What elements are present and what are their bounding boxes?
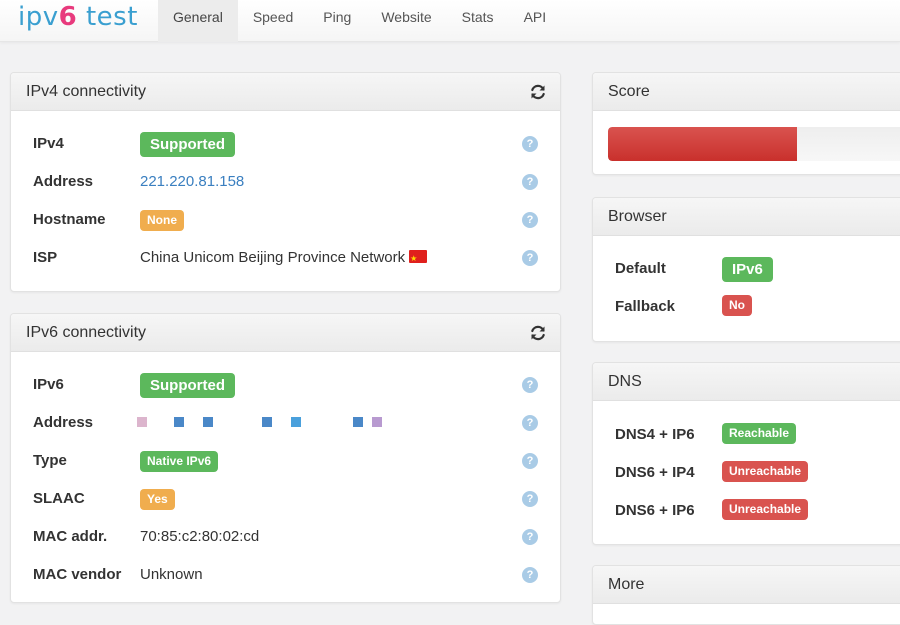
- tab-website[interactable]: Website: [366, 0, 446, 42]
- help-icon[interactable]: ?: [522, 250, 538, 266]
- ipv6-panel-heading: IPv6 connectivity: [11, 314, 560, 352]
- site-logo[interactable]: ipv6 test: [18, 0, 158, 42]
- help-icon[interactable]: ?: [522, 567, 538, 583]
- ipv4-label: IPv4: [33, 135, 64, 152]
- browser-panel-title: Browser: [608, 208, 667, 225]
- hostname-badge: None: [140, 209, 184, 231]
- default-label: Default: [615, 260, 666, 277]
- help-icon[interactable]: ?: [522, 529, 538, 545]
- ipv6-row-status: IPv6 Supported ?: [33, 373, 538, 398]
- dns-label: DNS4 + IP6: [615, 426, 695, 443]
- dns-status-badge: Unreachable: [722, 461, 809, 482]
- ipv4-panel: IPv4 connectivity IPv4 Supported ? Addre…: [10, 72, 561, 292]
- help-icon[interactable]: ?: [522, 136, 538, 152]
- score-panel: Score: [592, 72, 900, 175]
- more-panel-title: More: [608, 576, 645, 593]
- default-badge: IPv6: [722, 257, 773, 282]
- dns-panel-heading: DNS: [593, 363, 900, 401]
- more-panel-heading: More: [593, 566, 900, 604]
- fallback-label: Fallback: [615, 298, 676, 315]
- score-panel-title: Score: [608, 83, 650, 100]
- mac-addr-value: 70:85:c2:80:02:cd: [140, 528, 260, 545]
- address-label: Address: [33, 414, 94, 431]
- browser-panel-heading: Browser: [593, 198, 900, 236]
- main-nav: General Speed Ping Website Stats API: [158, 0, 561, 42]
- tab-speed[interactable]: Speed: [238, 0, 308, 42]
- score-progress-bar: [608, 127, 900, 161]
- ipv4-row-address: Address 221.220.81.158 ?: [33, 170, 538, 194]
- tab-ping[interactable]: Ping: [308, 0, 366, 42]
- more-panel: More: [592, 565, 900, 625]
- ipv4-status-badge: Supported: [140, 132, 235, 157]
- dns-panel-title: DNS: [608, 373, 642, 390]
- ipv4-address-link[interactable]: 221.220.81.158: [140, 170, 244, 194]
- mac-vendor-value: Unknown: [140, 566, 203, 583]
- browser-panel: Browser Default IPv6 Fallback No: [592, 197, 900, 342]
- ipv6-row-type: Type Native IPv6 ?: [33, 449, 538, 473]
- help-icon[interactable]: ?: [522, 174, 538, 190]
- ipv6-row-vendor: MAC vendor Unknown ?: [33, 563, 538, 587]
- score-panel-heading: Score: [593, 73, 900, 111]
- ipv6-row-slaac: SLAAC Yes ?: [33, 487, 538, 511]
- fallback-badge: No: [722, 295, 752, 316]
- ipv6-panel: IPv6 connectivity IPv6 Supported ? Addre…: [10, 313, 561, 603]
- tab-stats[interactable]: Stats: [447, 0, 509, 42]
- hostname-label: Hostname: [33, 211, 106, 228]
- logo-prefix: ipv: [18, 2, 59, 32]
- tab-general[interactable]: General: [158, 0, 238, 42]
- type-badge: Native IPv6: [140, 450, 219, 472]
- dns-label: DNS6 + IP4: [615, 464, 695, 481]
- tab-api[interactable]: API: [509, 0, 562, 42]
- ipv6-panel-title: IPv6 connectivity: [26, 324, 147, 341]
- logo-suffix: test: [77, 2, 138, 32]
- address-label: Address: [33, 173, 94, 190]
- ipv4-panel-title: IPv4 connectivity: [26, 83, 147, 100]
- navbar: ipv6 test General Speed Ping Website Sta…: [0, 0, 900, 42]
- slaac-label: SLAAC: [33, 490, 85, 507]
- redacted-ipv6-address: [137, 417, 440, 429]
- ipv4-row-hostname: Hostname None ?: [33, 208, 538, 232]
- dns-status-badge: Unreachable: [722, 499, 809, 520]
- mac-addr-label: MAC addr.: [33, 528, 108, 545]
- ipv4-row-status: IPv4 Supported ?: [33, 132, 538, 157]
- isp-value: China Unicom Beijing Province Network: [140, 249, 406, 266]
- ipv4-panel-heading: IPv4 connectivity: [11, 73, 560, 111]
- dns-status-badge: Reachable: [722, 423, 797, 444]
- ipv6-status-badge: Supported: [140, 373, 235, 398]
- help-icon[interactable]: ?: [522, 212, 538, 228]
- dns-label: DNS6 + IP6: [615, 502, 695, 519]
- mac-vendor-label: MAC vendor: [33, 566, 122, 583]
- ipv6-label: IPv6: [33, 376, 64, 393]
- china-flag-icon: [409, 247, 428, 271]
- slaac-badge: Yes: [140, 488, 175, 510]
- refresh-icon[interactable]: [528, 323, 548, 343]
- ipv6-row-mac: MAC addr. 70:85:c2:80:02:cd ?: [33, 525, 538, 549]
- help-icon[interactable]: ?: [522, 415, 538, 431]
- isp-label: ISP: [33, 249, 58, 266]
- help-icon[interactable]: ?: [522, 491, 538, 507]
- ipv4-row-isp: ISP China Unicom Beijing Province Networ…: [33, 246, 538, 271]
- ipv6-row-address: Address ?: [33, 411, 538, 435]
- type-label: Type: [33, 452, 67, 469]
- dns-panel: DNS DNS4 + IP6 Reachable DNS6 + IP4 Unre…: [592, 362, 900, 545]
- logo-six: 6: [58, 2, 78, 32]
- help-icon[interactable]: ?: [522, 377, 538, 393]
- score-progress-fill: [608, 127, 797, 161]
- refresh-icon[interactable]: [528, 82, 548, 102]
- help-icon[interactable]: ?: [522, 453, 538, 469]
